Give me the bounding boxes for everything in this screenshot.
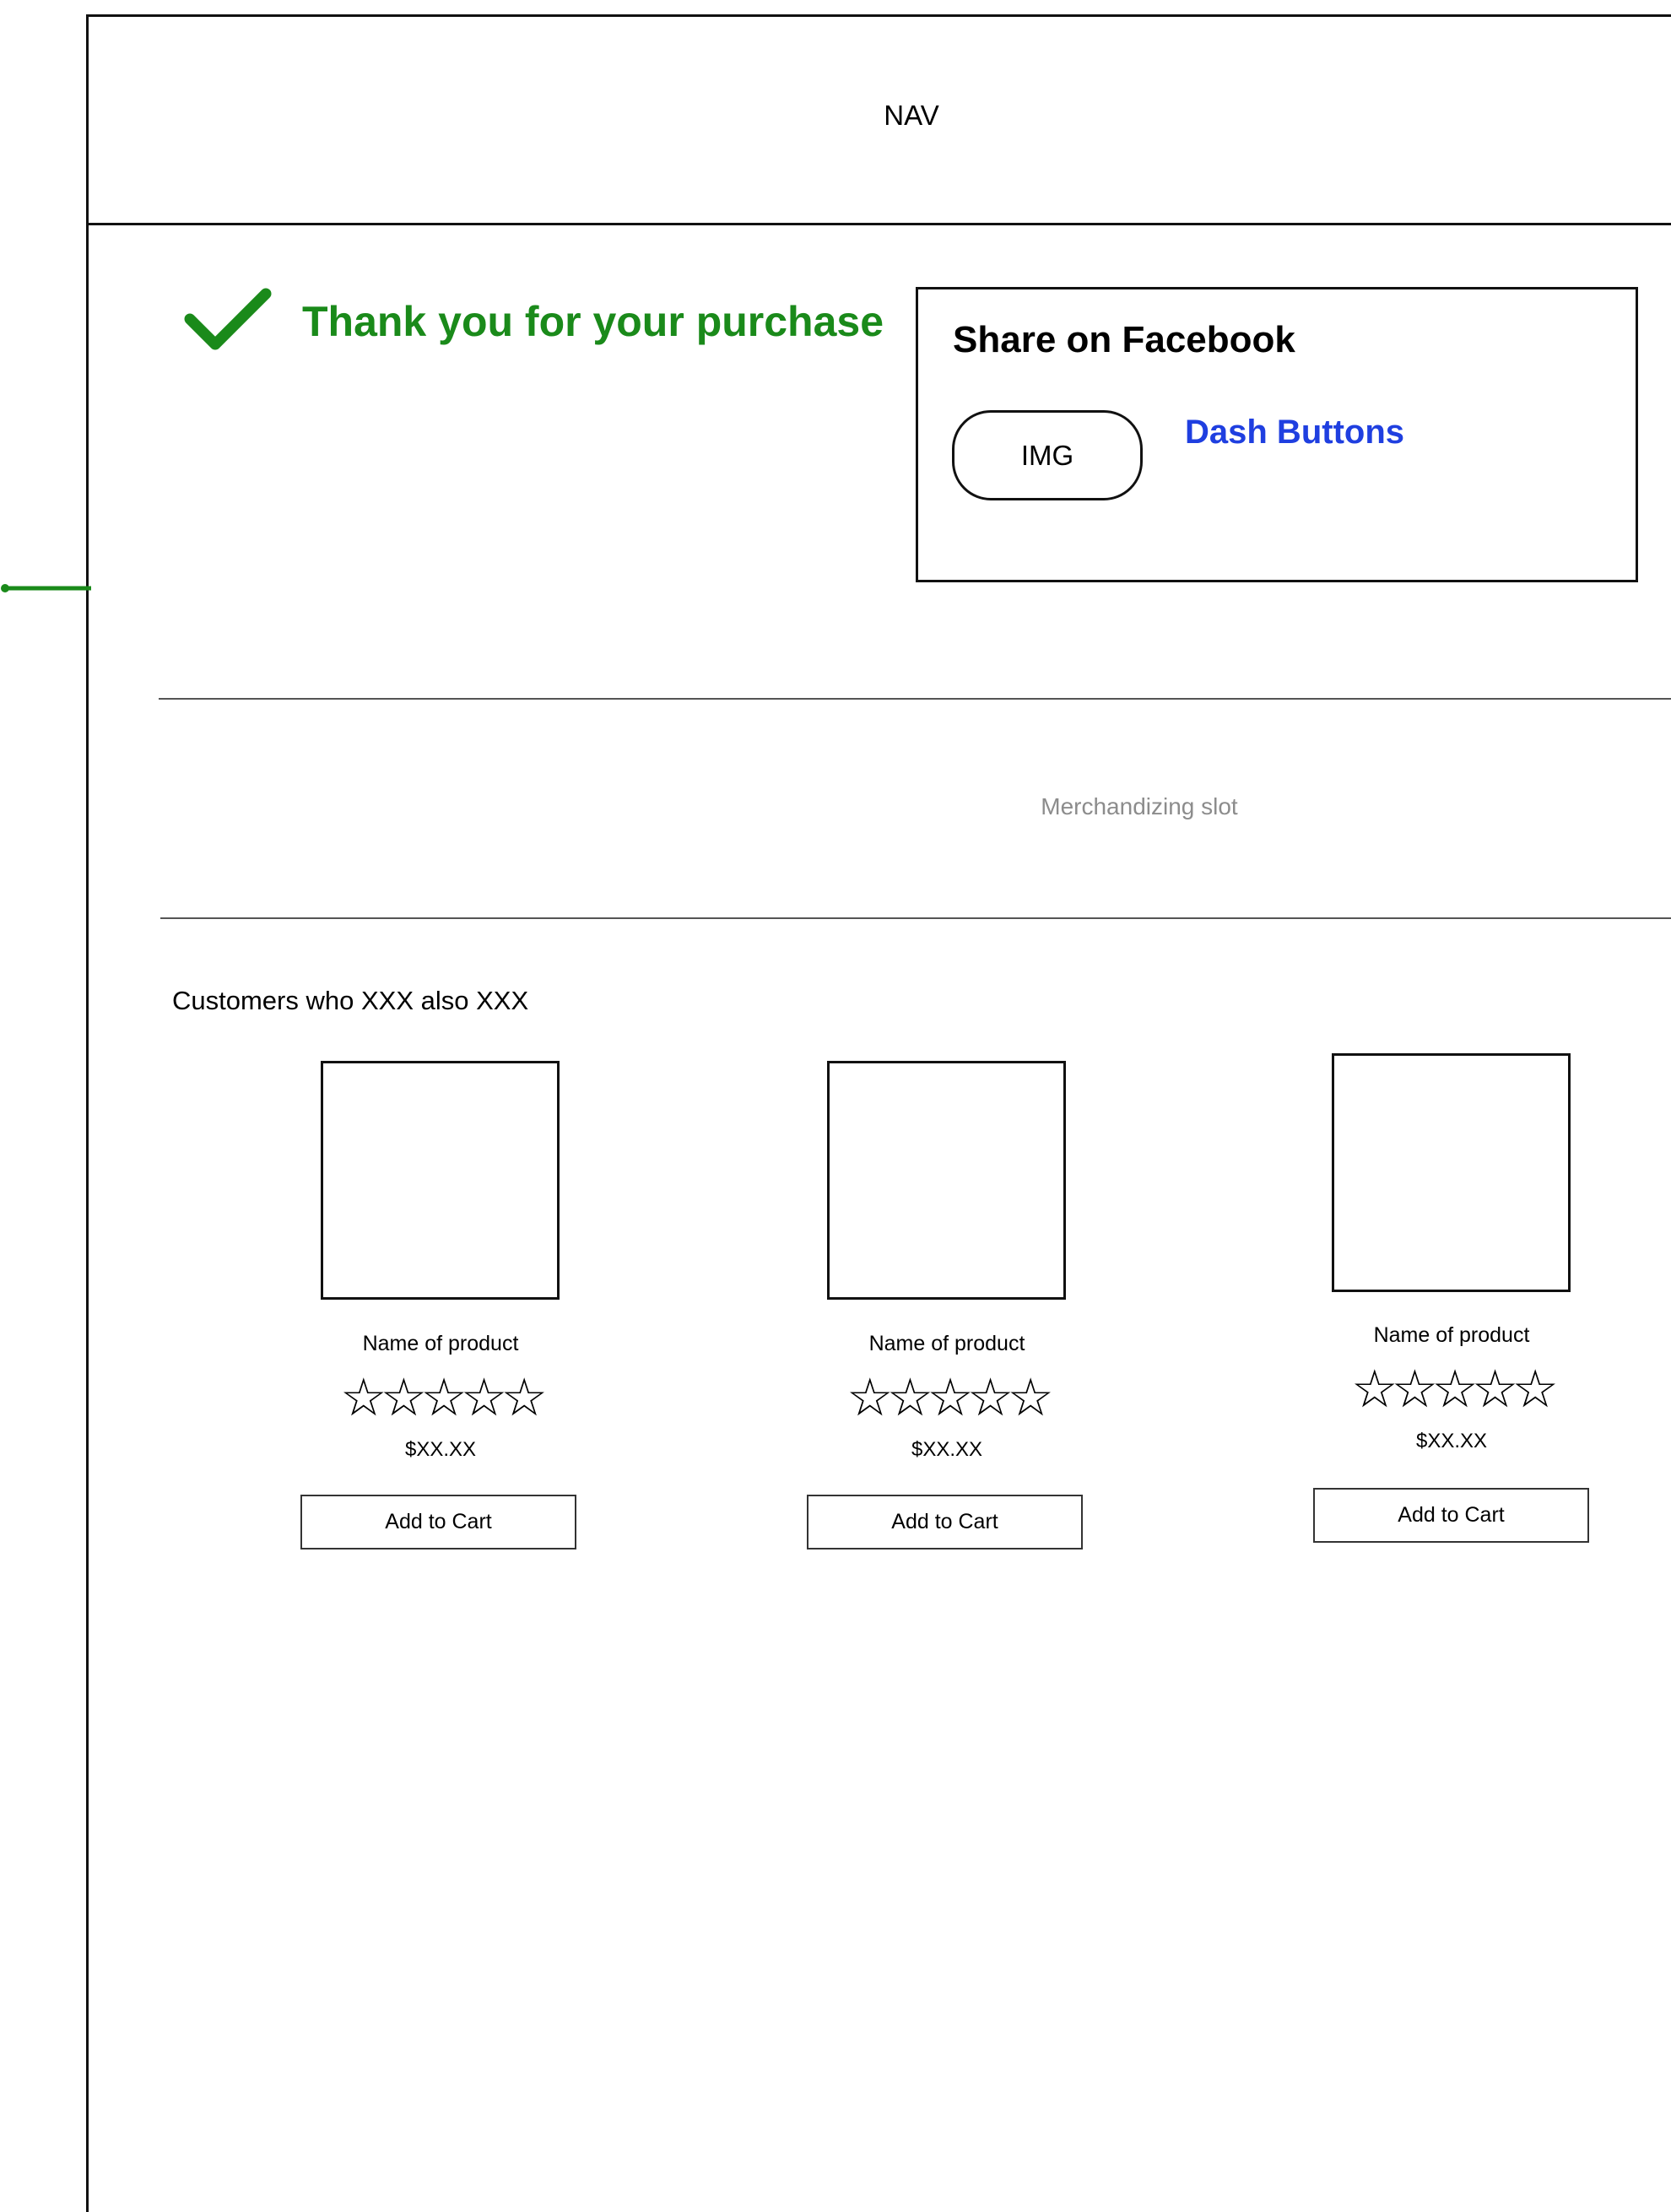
product-price: $XX.XX	[911, 1438, 983, 1461]
product-name[interactable]: Name of product	[1312, 1323, 1591, 1348]
merchandizing-slot-label: Merchandizing slot	[1041, 793, 1238, 819]
facebook-share-image-button[interactable]: IMG	[952, 410, 1143, 500]
merch-slot-top-divider	[159, 698, 1671, 700]
product-name[interactable]: Name of product	[301, 1332, 580, 1356]
star-rating: ☆☆☆☆☆	[340, 1366, 548, 1428]
add-to-cart-button[interactable]: Add to Cart	[300, 1495, 576, 1549]
recommendations-title: Customers who XXX also XXX	[172, 986, 529, 1015]
product-name[interactable]: Name of product	[808, 1332, 1086, 1356]
img-placeholder-label: IMG	[1020, 439, 1074, 471]
nav-bottom-border	[86, 223, 1671, 225]
product-image[interactable]	[1332, 1053, 1571, 1292]
product-price: $XX.XX	[1415, 1430, 1488, 1452]
product-image[interactable]	[827, 1061, 1066, 1300]
nav-label: NAV	[884, 100, 939, 131]
star-rating: ☆☆☆☆☆	[1351, 1358, 1559, 1420]
connector-arrow-icon	[1, 584, 91, 592]
checkmark-icon	[184, 288, 272, 350]
product-price: $XX.XX	[404, 1438, 477, 1461]
thank-you-message: Thank you for your purchase	[302, 298, 884, 345]
add-to-cart-button[interactable]: Add to Cart	[1313, 1488, 1589, 1543]
merch-slot-bottom-divider	[160, 917, 1671, 919]
share-title: Share on Facebook	[953, 319, 1295, 360]
star-rating: ☆☆☆☆☆	[846, 1366, 1054, 1428]
nav-top-border	[86, 14, 1671, 17]
product-image[interactable]	[321, 1061, 560, 1300]
add-to-cart-button[interactable]: Add to Cart	[807, 1495, 1083, 1549]
dash-buttons-link[interactable]: Dash Buttons	[1185, 414, 1404, 452]
page-frame-left-border	[86, 15, 89, 2212]
